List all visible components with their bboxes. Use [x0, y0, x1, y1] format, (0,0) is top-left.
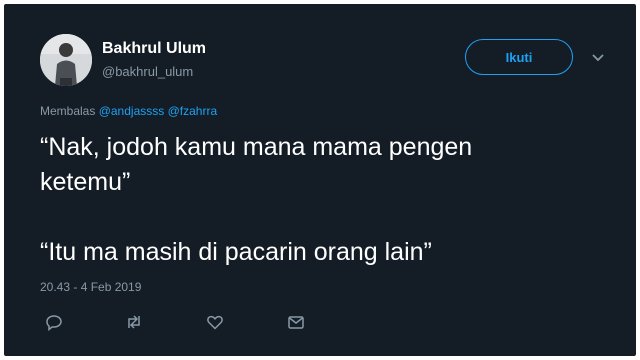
replying-to: Membalas @andjassss @fzahrra — [40, 104, 217, 118]
tweet-card: Bakhrul Ulum @bakhrul_ulum Ikuti Membala… — [4, 4, 636, 356]
retweet-icon[interactable] — [124, 312, 144, 332]
tweet-text-line: ketemu” — [40, 168, 131, 196]
follow-button[interactable]: Ikuti — [465, 39, 573, 75]
chevron-down-icon[interactable] — [590, 49, 606, 65]
avatar[interactable] — [40, 34, 92, 86]
author-handle[interactable]: @bakhrul_ulum — [102, 64, 193, 79]
user-photo-icon — [40, 34, 92, 86]
tweet-timestamp[interactable]: 20.43 - 4 Feb 2019 — [40, 280, 141, 294]
tweet-text-line: “Itu ma masih di pacarin orang lain” — [40, 238, 432, 266]
message-icon[interactable] — [286, 312, 306, 332]
tweet-text: “Nak, jodoh kamu mana mama pengen ketemu… — [40, 130, 600, 270]
author-name[interactable]: Bakhrul Ulum — [102, 40, 206, 58]
reply-icon[interactable] — [44, 312, 64, 332]
mention-link[interactable]: @andjassss — [99, 104, 165, 118]
reply-prefix: Membalas — [40, 104, 96, 118]
mention-link[interactable]: @fzahrra — [168, 104, 218, 118]
like-icon[interactable] — [205, 312, 225, 332]
tweet-text-line: “Nak, jodoh kamu mana mama pengen — [40, 133, 473, 161]
